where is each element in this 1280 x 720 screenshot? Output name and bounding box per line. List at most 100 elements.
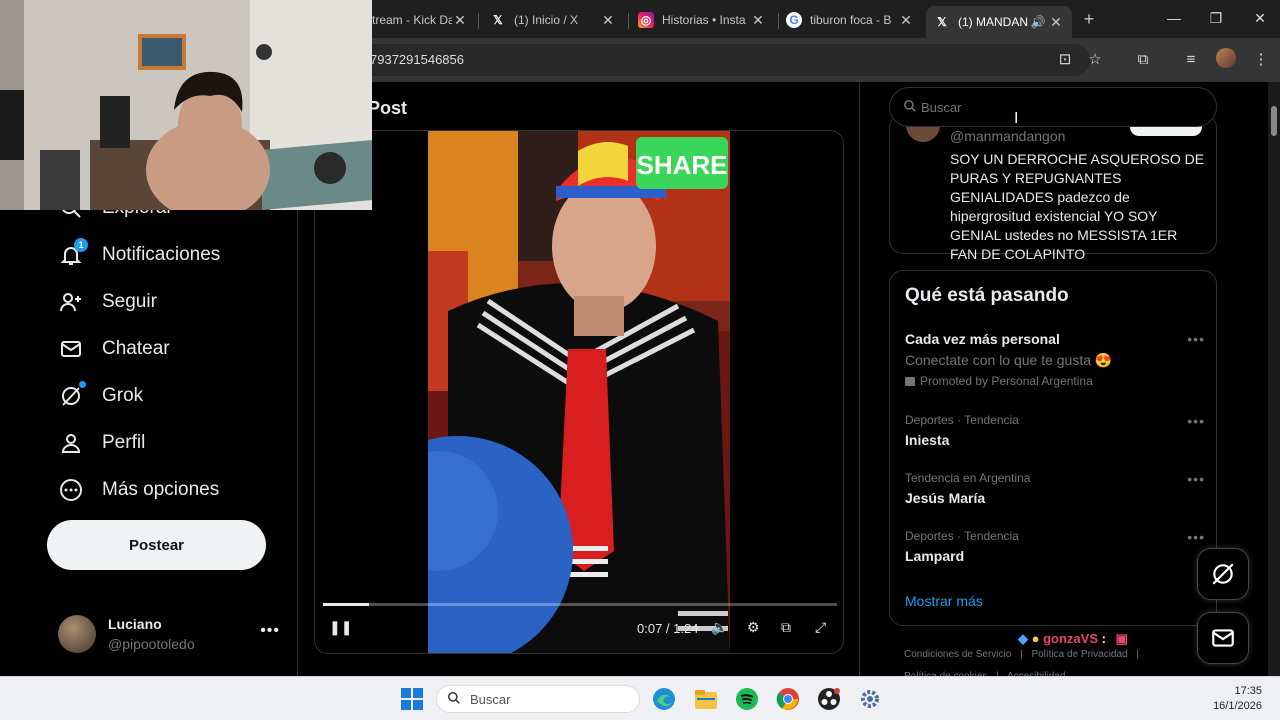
chrome-icon[interactable] bbox=[774, 685, 802, 713]
more-dots-icon[interactable]: ••• bbox=[1187, 471, 1205, 487]
trend-name: Iniesta bbox=[905, 432, 950, 448]
google-icon: G bbox=[786, 12, 802, 28]
video-player[interactable]: SHARE ❚❚ 0:07 / 1:24 🔈 ⚙ ⧉ ⤢ bbox=[314, 130, 844, 654]
menu-kebab-icon[interactable]: ⋮ bbox=[1250, 49, 1272, 71]
account-switcher[interactable]: Luciano @pipootoledo ••• bbox=[58, 612, 280, 658]
bookmark-star-icon[interactable]: ☆ bbox=[1084, 49, 1106, 71]
more-dots-icon[interactable]: ••• bbox=[1187, 331, 1205, 347]
edge-icon[interactable] bbox=[650, 685, 678, 713]
nav-label: Grok bbox=[102, 385, 144, 406]
tab-google-search[interactable]: G tiburon foca - B ✕ bbox=[778, 6, 922, 34]
scroll-thumb[interactable] bbox=[1271, 106, 1277, 136]
search-input[interactable]: Buscar I bbox=[889, 87, 1217, 127]
trend-subtitle: Conectate con lo que te gusta 😍 bbox=[905, 352, 1113, 368]
main-column: Post SHARE ❚❚ 0:07 / 1:24 🔈 ⚙ ⧉ ⤢ bbox=[298, 82, 860, 676]
windows-start-icon[interactable] bbox=[398, 685, 426, 713]
install-app-icon[interactable]: ⊡ bbox=[1054, 49, 1076, 71]
nav-mas-opciones[interactable]: Más opciones bbox=[58, 472, 219, 508]
extensions-icon[interactable]: ⧉ bbox=[1132, 49, 1154, 71]
pip-icon[interactable]: ⧉ bbox=[781, 619, 791, 636]
nav-label: Notificaciones bbox=[102, 244, 221, 265]
trend-meta: Deportes · Tendencia bbox=[905, 413, 1019, 427]
trend-item[interactable]: Deportes · Tendencia Iniesta ••• bbox=[905, 413, 1205, 448]
clock-date: 16/1/2026 bbox=[1213, 700, 1262, 712]
trend-item[interactable]: Deportes · Tendencia Lampard ••• bbox=[905, 529, 1205, 564]
trend-item[interactable]: Tendencia en Argentina Jesús María ••• bbox=[905, 471, 1205, 506]
nav-seguir[interactable]: Seguir bbox=[58, 284, 157, 320]
tab-title: Historias • Insta bbox=[662, 13, 746, 27]
trend-name: Lampard bbox=[905, 548, 965, 564]
clock-time: 17:35 bbox=[1234, 685, 1262, 697]
spotify-icon[interactable] bbox=[733, 685, 761, 713]
speaker-icon[interactable]: 🔊 bbox=[1028, 15, 1048, 29]
nav-notificaciones[interactable]: 1 Notificaciones bbox=[58, 237, 220, 273]
settings-gear-icon[interactable] bbox=[856, 685, 884, 713]
more-circle-icon bbox=[58, 477, 84, 503]
chat-badge-icon: ● bbox=[1031, 631, 1040, 646]
more-dots-icon[interactable]: ••• bbox=[1187, 413, 1205, 429]
trends-panel: Qué está pasando Cada vez más personal C… bbox=[889, 270, 1217, 626]
volume-icon[interactable]: 🔈 bbox=[711, 619, 728, 636]
maximize-icon[interactable]: ❐ bbox=[1206, 8, 1226, 28]
tab-instagram[interactable]: ◎ Historias • Insta ✕ bbox=[630, 6, 774, 34]
nav-label: Seguir bbox=[102, 291, 157, 312]
promoted-icon bbox=[905, 376, 915, 386]
fullscreen-icon[interactable]: ⤢ bbox=[815, 619, 826, 636]
tab-title: tiburon foca - B bbox=[810, 13, 892, 27]
close-tab-icon[interactable]: ✕ bbox=[1048, 14, 1064, 31]
file-explorer-icon[interactable] bbox=[692, 685, 720, 713]
post-button[interactable]: Postear bbox=[47, 520, 266, 570]
trend-meta: Tendencia en Argentina bbox=[905, 471, 1031, 485]
more-dots-icon[interactable]: ••• bbox=[260, 622, 280, 640]
taskbar-search-input[interactable]: Buscar bbox=[436, 685, 640, 713]
profile-avatar[interactable] bbox=[1216, 48, 1236, 68]
settings-icon[interactable]: ⚙ bbox=[747, 619, 760, 636]
footer-link[interactable]: Política de Privacidad bbox=[1031, 649, 1127, 660]
obs-icon[interactable] bbox=[815, 685, 843, 713]
tab-kick[interactable]: tream - Kick Da ✕ bbox=[364, 6, 476, 34]
nav-label: Más opciones bbox=[102, 479, 220, 500]
page-title: Post bbox=[368, 98, 408, 118]
chat-username: gonzaVS bbox=[1043, 631, 1099, 646]
system-clock[interactable]: 17:35 16/1/2026 bbox=[1213, 684, 1262, 714]
chat-badge-icon: ◆ bbox=[1018, 631, 1028, 646]
close-tab-icon[interactable]: ✕ bbox=[600, 12, 616, 29]
messages-fab-button[interactable] bbox=[1197, 612, 1249, 664]
x-icon: 𝕏 bbox=[937, 15, 947, 29]
nav-perfil[interactable]: Perfil bbox=[58, 425, 145, 461]
more-dots-icon[interactable]: ••• bbox=[1187, 529, 1205, 545]
bell-icon: 1 bbox=[58, 238, 88, 268]
close-tab-icon[interactable]: ✕ bbox=[452, 12, 468, 29]
nav-grok[interactable]: Grok bbox=[58, 378, 143, 414]
video-time: 0:07 / 1:24 bbox=[637, 621, 699, 636]
close-tab-icon[interactable]: ✕ bbox=[898, 12, 914, 29]
tweet-text: SOY UN DERROCHE ASQUEROSO DE PURAS Y REP… bbox=[950, 151, 1205, 262]
tweet-handle[interactable]: @manmandangon bbox=[950, 128, 1065, 144]
show-more-link[interactable]: Mostrar más bbox=[905, 593, 983, 609]
minimize-icon[interactable]: — bbox=[1164, 8, 1184, 28]
search-icon bbox=[903, 99, 917, 118]
tab-x-home[interactable]: 𝕏 (1) Inicio / X ✕ bbox=[482, 6, 624, 34]
nav-chatear[interactable]: Chatear bbox=[58, 331, 170, 367]
close-tab-icon[interactable]: ✕ bbox=[750, 12, 766, 29]
trend-item[interactable]: Cada vez más personal Conectate con lo q… bbox=[905, 331, 1205, 388]
search-icon bbox=[447, 691, 461, 710]
url-text[interactable]: 7937291546856 bbox=[370, 52, 464, 67]
tab-separator bbox=[478, 13, 479, 29]
progress-fill bbox=[323, 603, 370, 606]
media-control-icon[interactable]: ≡ bbox=[1180, 49, 1202, 71]
tab-mandan-active[interactable]: 𝕏 (1) MANDAN 🔊 ✕ bbox=[926, 6, 1072, 38]
nav-label: Chatear bbox=[102, 338, 170, 359]
quoted-tweet-card[interactable]: @manmandangon SOY UN DERROCHE ASQUEROSO … bbox=[889, 114, 1217, 262]
close-window-icon[interactable]: ✕ bbox=[1250, 8, 1270, 28]
x-icon: 𝕏 bbox=[493, 13, 503, 27]
pause-icon[interactable]: ❚❚ bbox=[329, 619, 352, 636]
page-scrollbar[interactable] bbox=[1268, 82, 1280, 676]
footer-link[interactable]: Condiciones de Servicio bbox=[904, 649, 1011, 660]
new-tab-button[interactable]: + bbox=[1078, 8, 1100, 30]
video-frame[interactable]: SHARE bbox=[428, 131, 730, 653]
grok-fab-button[interactable] bbox=[1197, 548, 1249, 600]
mail-icon bbox=[58, 336, 84, 362]
video-progress-bar[interactable] bbox=[323, 603, 837, 606]
stream-chat-overlay: ◆ ● gonzaVS : ▣ bbox=[1018, 631, 1128, 647]
